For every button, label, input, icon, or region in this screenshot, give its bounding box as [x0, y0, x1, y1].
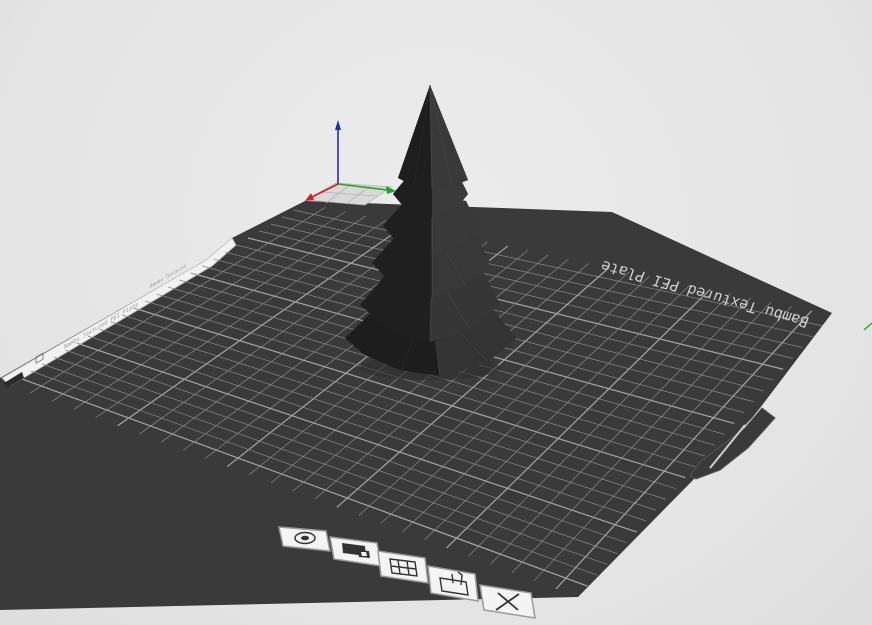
z-axis-arrow-icon [335, 120, 341, 130]
3d-viewport[interactable]: Bambu Textured PEI Plate Bambu Textured … [0, 0, 872, 625]
scene-canvas[interactable]: Bambu Textured PEI Plate Bambu Textured … [0, 0, 872, 625]
y-axis-arrow-icon [305, 193, 314, 201]
x-axis-far-tip [863, 322, 872, 331]
